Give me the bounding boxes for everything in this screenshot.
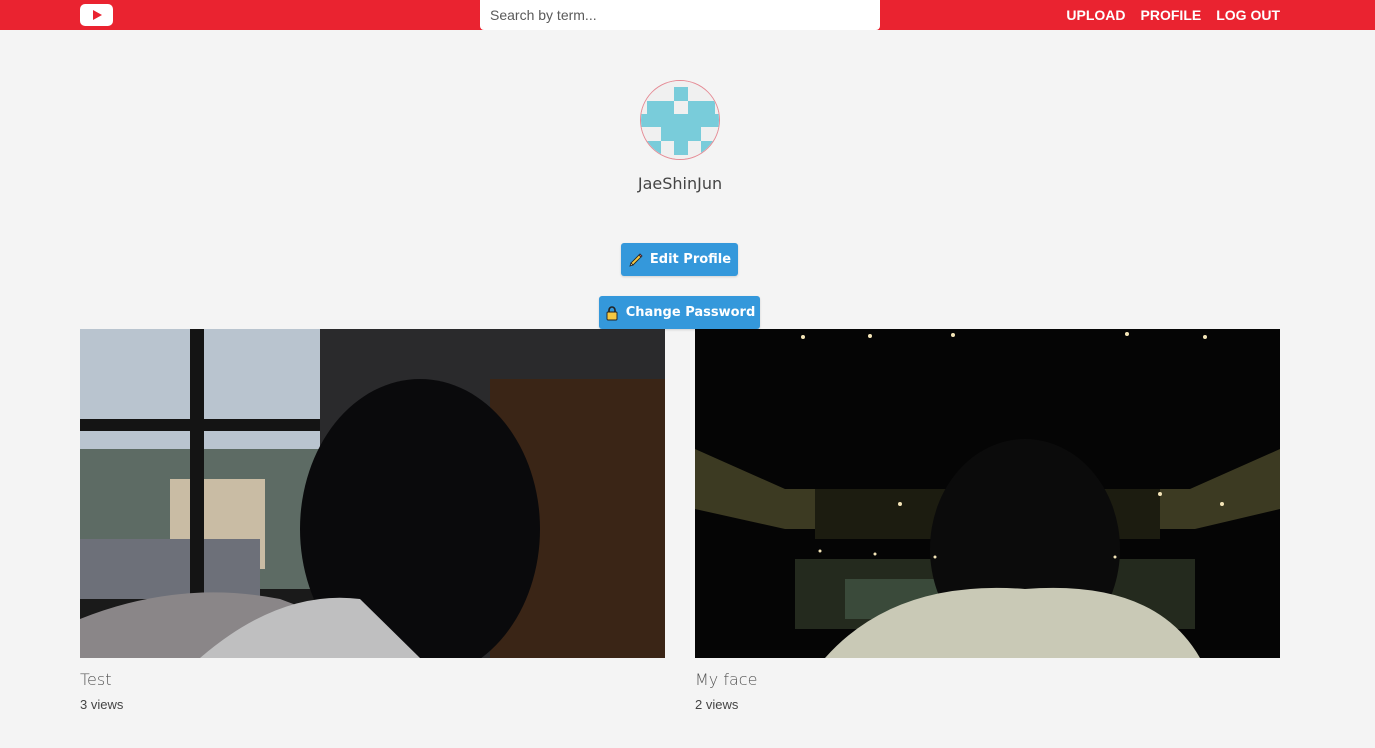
edit-profile-button[interactable]: Edit Profile — [621, 243, 738, 276]
edit-profile-label: Edit Profile — [649, 252, 732, 267]
nav-upload-link[interactable]: UPLOAD — [1066, 7, 1125, 23]
search-input[interactable] — [480, 0, 880, 30]
video-card: My face 2 views — [695, 329, 1280, 712]
video-thumbnail[interactable] — [695, 329, 1280, 658]
identicon-avatar-icon — [641, 81, 719, 159]
top-nav: UPLOAD PROFILE LOG OUT — [1066, 0, 1280, 30]
video-title[interactable]: Test — [80, 670, 665, 689]
top-bar: UPLOAD PROFILE LOG OUT — [0, 0, 1375, 30]
video-title[interactable]: My face — [695, 670, 1280, 689]
lock-icon — [604, 305, 620, 321]
video-thumbnail[interactable] — [80, 329, 665, 658]
pencil-icon — [628, 252, 644, 268]
play-icon — [93, 10, 102, 20]
video-card: Test 3 views — [80, 329, 665, 712]
change-password-button[interactable]: Change Password — [599, 296, 760, 329]
youtube-logo-icon[interactable] — [80, 4, 113, 26]
nav-profile-link[interactable]: PROFILE — [1141, 7, 1202, 23]
nav-logout-link[interactable]: LOG OUT — [1216, 7, 1280, 23]
avatar — [640, 80, 720, 160]
video-views: 2 views — [695, 697, 739, 712]
video-views: 3 views — [80, 697, 124, 712]
profile-username: JaeShinJun — [637, 174, 723, 193]
change-password-label: Change Password — [625, 305, 756, 320]
